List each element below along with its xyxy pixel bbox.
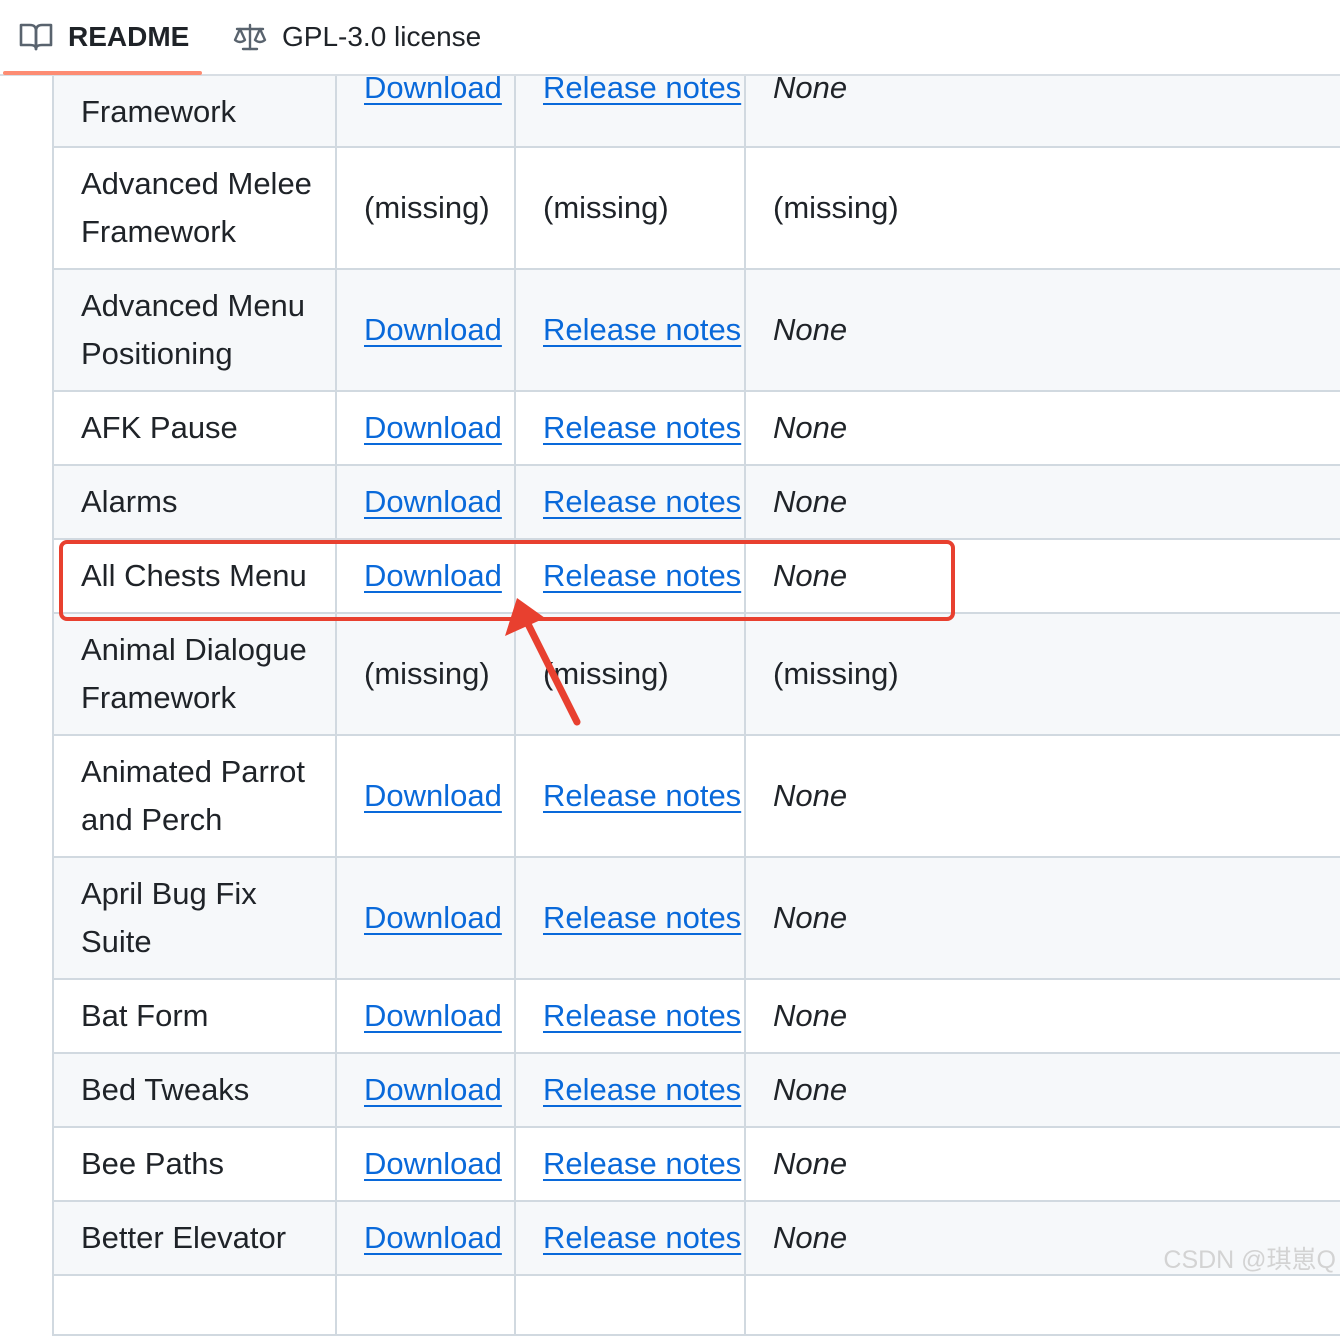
tab-readme[interactable]: README <box>18 0 189 74</box>
tab-license[interactable]: GPL-3.0 license <box>232 0 481 74</box>
tab-bar: README GPL-3.0 license <box>0 0 1340 76</box>
law-scale-icon <box>232 19 268 55</box>
tab-readme-label: README <box>68 21 190 52</box>
tab-license-label: GPL-3.0 license <box>282 21 482 52</box>
active-tab-indicator <box>3 71 202 75</box>
book-icon <box>18 19 54 55</box>
watermark: CSDN @琪崽Q <box>1163 1246 1336 1274</box>
annotation-arrow <box>505 598 581 726</box>
